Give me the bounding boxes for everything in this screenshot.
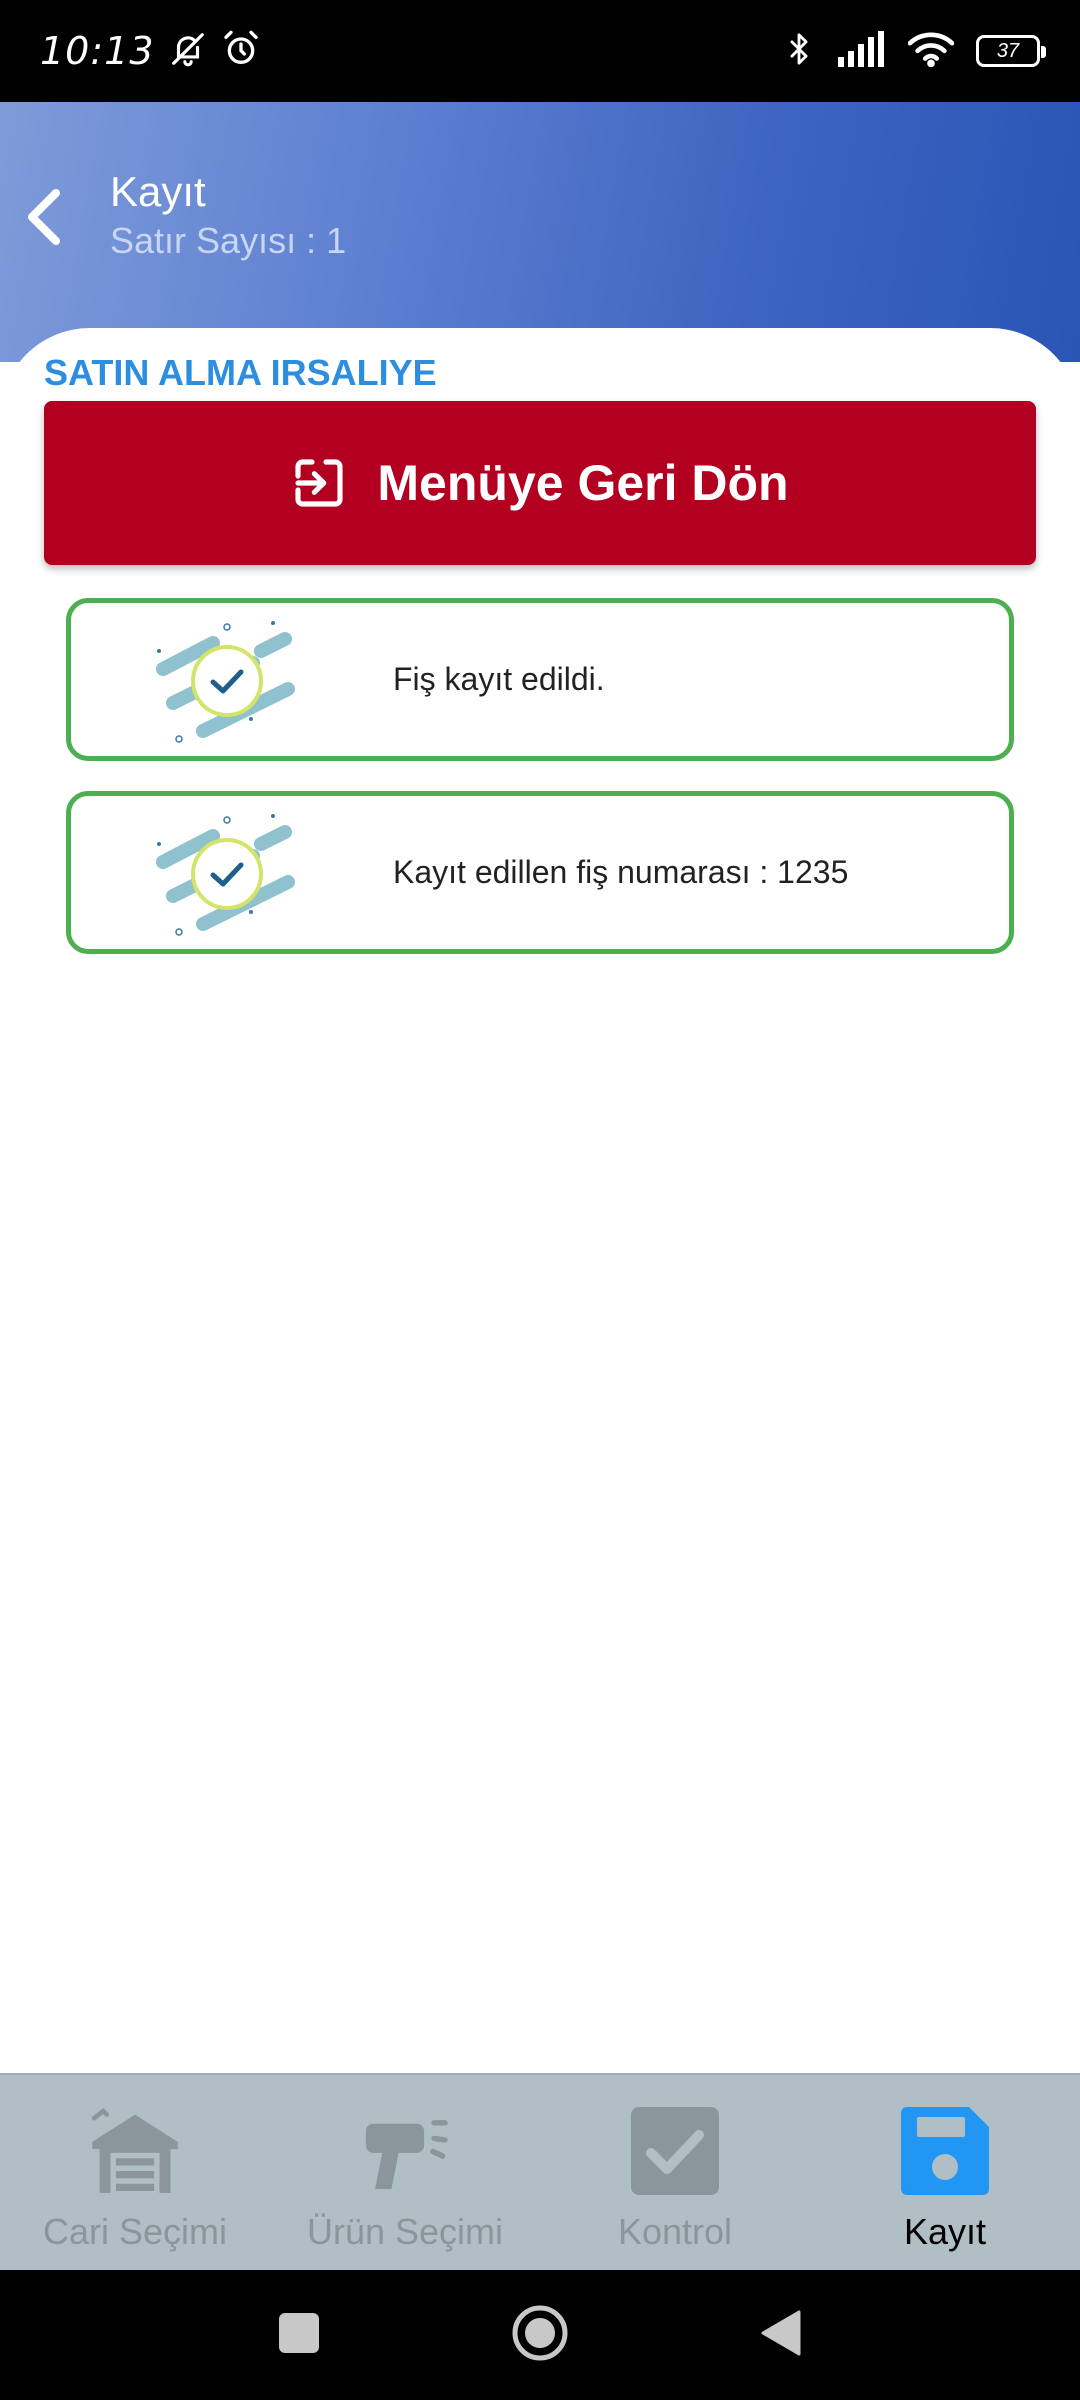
nav-item-cari-secimi[interactable]: Cari Seçimi [0,2075,270,2270]
nav-item-kontrol[interactable]: Kontrol [540,2075,810,2270]
app-header: Kayıt Satır Sayısı : 1 [0,102,1080,362]
barcode-scanner-icon [355,2101,455,2201]
exit-icon [295,459,343,507]
wifi-icon [907,31,955,72]
nav-label: Kontrol [617,2211,733,2252]
back-to-menu-button[interactable]: Menüye Geri Dön [44,401,1036,565]
success-check-illustration [156,814,295,936]
row-count-subtitle: Satır Sayısı : 1 [110,220,347,261]
success-check-illustration [156,621,295,743]
back-to-menu-label: Menüye Geri Dön [377,455,789,511]
save-icon [895,2101,995,2201]
square-icon [279,2312,319,2353]
back-button[interactable] [14,182,74,252]
signal-icon [838,30,886,72]
checkbox-icon [625,2101,725,2201]
message-text: Fiş kayıt edildi. [393,661,605,697]
home-button[interactable] [511,2304,569,2367]
status-left: 10:13 [40,29,261,74]
system-navigation-bar [0,2270,1080,2400]
message-text: Kayıt edillen fiş numarası : 1235 [393,854,849,890]
bluetooth-icon [782,29,816,74]
screen: 10:13 37 Kayıt Satır Sayısı: 1 SATIN AL… [0,0,1080,2400]
triangle-back-icon [761,2310,801,2355]
status-time: 10:13 [40,29,155,73]
bottom-navigation: Cari Seçimi Ürün Seçimi Kontrol Kayıt [0,2073,1080,2270]
alarm-icon [221,29,261,74]
back-nav-button[interactable] [759,2308,803,2363]
nav-label: Ürün Seçimi [306,2211,504,2252]
chevron-left-icon [28,189,60,245]
circle-icon [512,2305,568,2360]
page-title: Kayıt [110,168,206,215]
section-title: SATIN ALMA IRSALIYE [44,352,437,393]
bell-off-icon [169,29,207,74]
nav-label: Kayıt [903,2211,987,2252]
warehouse-icon [85,2101,185,2201]
nav-label: Cari Seçimi [42,2211,228,2252]
success-message-card: Fiş kayıt edildi. [66,598,1014,761]
nav-item-urun-secimi[interactable]: Ürün Seçimi [270,2075,540,2270]
status-right: 37 [782,29,1046,74]
status-bar: 10:13 37 [0,0,1080,102]
content-panel: SATIN ALMA IRSALIYE Menüye Geri Dön Fiş … [0,328,1080,2073]
nav-item-kayit[interactable]: Kayıt [810,2075,1080,2270]
battery-icon: 37 [976,35,1046,67]
recents-button[interactable] [277,2311,321,2360]
receipt-number-card: Kayıt edillen fiş numarası : 1235 [66,791,1014,954]
